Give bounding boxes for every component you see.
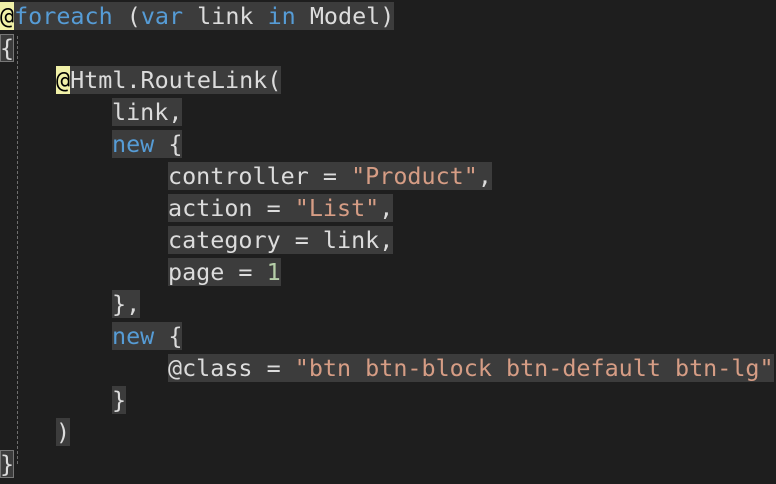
code-line-foreach[interactable]: @foreach (var link in Model) bbox=[0, 0, 395, 32]
class-assign: class = bbox=[182, 354, 295, 382]
code-line-routelink[interactable]: @Html.RouteLink( bbox=[56, 64, 282, 96]
argument-link: link, bbox=[112, 98, 183, 126]
code-line-close-html-attrs[interactable]: } bbox=[112, 384, 127, 416]
keyword-var: var bbox=[140, 2, 184, 30]
object-open-brace: { bbox=[154, 130, 183, 158]
code-line-new-html-attrs[interactable]: new { bbox=[112, 320, 183, 352]
code-line-link-arg[interactable]: link, bbox=[112, 96, 183, 128]
keyword-in: in bbox=[267, 2, 296, 30]
razor-at-symbol: @ bbox=[56, 66, 71, 94]
class-at-symbol: @ bbox=[168, 354, 183, 382]
keyword-new: new bbox=[112, 130, 155, 158]
action-comma: , bbox=[379, 194, 394, 222]
code-line-close-paren[interactable]: ) bbox=[56, 416, 71, 448]
controller-comma: , bbox=[477, 162, 492, 190]
code-line-open-brace[interactable]: { bbox=[0, 32, 15, 64]
category-assign: category = link, bbox=[168, 226, 394, 254]
object-close-brace: } bbox=[112, 386, 127, 414]
routelink-close-paren: ) bbox=[56, 418, 71, 446]
object-close-brace: }, bbox=[112, 290, 141, 318]
code-line-page[interactable]: page = 1 bbox=[168, 256, 281, 288]
code-editor[interactable]: @foreach (var link in Model) { @Html.Rou… bbox=[0, 0, 776, 484]
action-value: "List" bbox=[294, 194, 380, 222]
code-line-close-object[interactable]: }, bbox=[112, 288, 141, 320]
code-line-category[interactable]: category = link, bbox=[168, 224, 394, 256]
code-line-close-brace[interactable]: } bbox=[0, 448, 15, 480]
close-brace: } bbox=[0, 450, 15, 478]
identifier-model: Model) bbox=[295, 2, 395, 30]
html-routelink-call: Html.RouteLink( bbox=[70, 66, 282, 94]
action-assign: action = bbox=[168, 194, 295, 222]
page-assign: page = bbox=[168, 258, 267, 286]
identifier-link: link bbox=[183, 2, 268, 30]
code-line-action[interactable]: action = "List", bbox=[168, 192, 394, 224]
class-value: "btn btn-block btn-default btn-lg" bbox=[294, 354, 774, 382]
code-line-class[interactable]: @class = "btn btn-block btn-default btn-… bbox=[168, 352, 774, 384]
controller-assign: controller = bbox=[168, 162, 352, 190]
code-line-new-object[interactable]: new { bbox=[112, 128, 183, 160]
indent-guide bbox=[17, 36, 18, 464]
foreach-open-paren: ( bbox=[112, 2, 141, 30]
page-value: 1 bbox=[266, 258, 281, 286]
keyword-new: new bbox=[112, 322, 155, 350]
controller-value: "Product" bbox=[351, 162, 478, 190]
keyword-foreach: foreach bbox=[14, 2, 113, 30]
open-brace: { bbox=[0, 34, 15, 62]
object-open-brace: { bbox=[154, 322, 183, 350]
code-line-controller[interactable]: controller = "Product", bbox=[168, 160, 492, 192]
razor-at-symbol: @ bbox=[0, 2, 15, 30]
